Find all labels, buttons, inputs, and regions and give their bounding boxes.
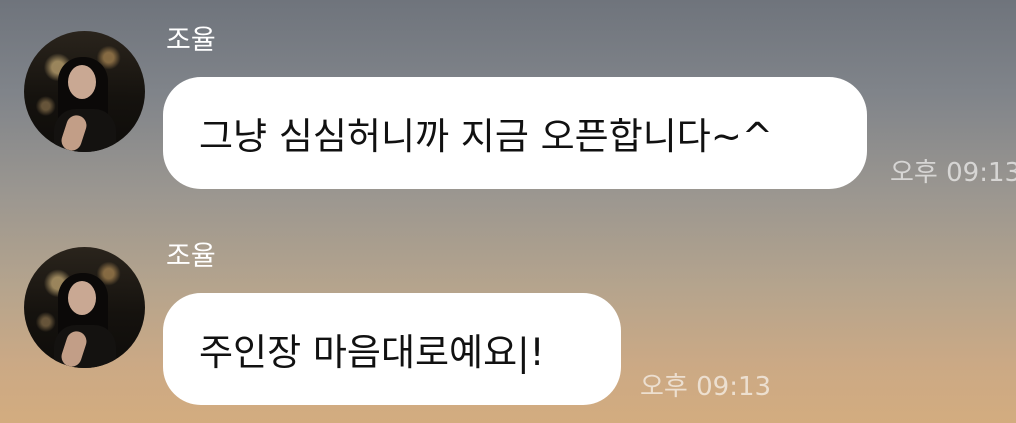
sender-avatar[interactable]	[24, 247, 145, 368]
message-timestamp: 오후 09:13	[890, 158, 1016, 188]
message-text: 그냥 심심허니까 지금 오픈합니다~^	[199, 115, 773, 158]
sender-name: 조율	[166, 25, 216, 56]
message-bubble[interactable]: 주인장 마음대로예요|!	[163, 293, 621, 405]
message-bubble[interactable]: 그냥 심심허니까 지금 오픈합니다~^	[163, 77, 867, 189]
sender-avatar[interactable]	[24, 31, 145, 152]
message-timestamp: 오후 09:13	[640, 372, 772, 402]
avatar-face	[68, 65, 96, 99]
sender-name: 조율	[166, 241, 216, 272]
avatar-face	[68, 281, 96, 315]
chat-message: 조율 그냥 심심허니까 지금 오픈합니다~^ 오후 09:13	[0, 0, 1016, 200]
message-text: 주인장 마음대로예요|!	[199, 331, 545, 374]
chat-message: 조율 주인장 마음대로예요|! 오후 09:13	[0, 216, 1016, 416]
